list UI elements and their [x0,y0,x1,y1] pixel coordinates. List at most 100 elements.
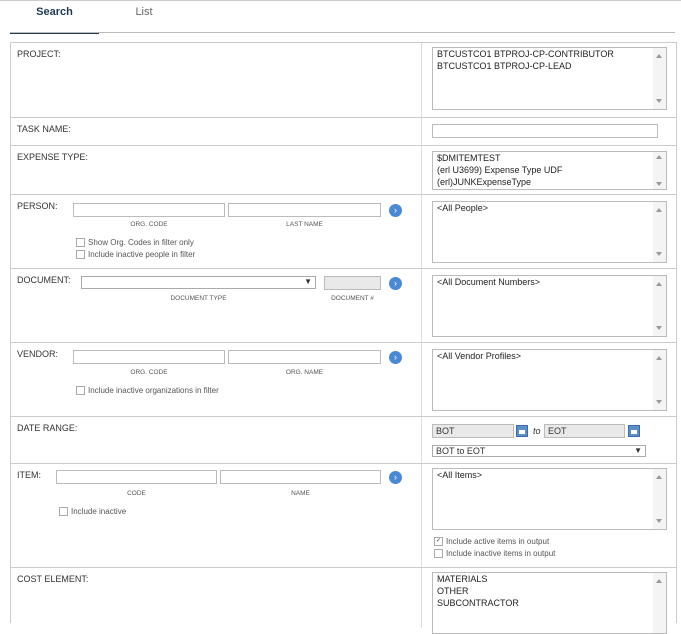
person-listbox[interactable]: <All People> [432,201,667,263]
scrollbar[interactable] [653,202,666,262]
item-code-input[interactable] [56,470,217,484]
cost-element-label: COST ELEMENT: [17,574,89,584]
tab-list[interactable]: List [99,1,189,32]
list-item[interactable]: (erl U3699) Expense Type UDF [433,164,666,176]
scrollbar[interactable] [653,573,666,633]
scroll-up-icon[interactable] [656,356,662,360]
list-item[interactable]: <All People> [433,202,666,214]
list-item[interactable]: <All Document Numbers> [433,276,666,288]
item-name-caption: NAME [291,490,310,497]
include-active-output-checkbox[interactable]: ✓ Include active items in output [434,537,549,547]
chevron-down-icon: ▼ [304,277,312,286]
checkbox-icon[interactable] [76,386,85,396]
list-item[interactable]: OTHER [433,585,666,597]
expense-label: EXPENSE TYPE: [17,152,88,162]
include-inactive-output-checkbox[interactable]: Include inactive items in output [434,549,555,559]
tab-underline [10,32,675,33]
scroll-down-icon[interactable] [656,182,662,186]
list-item[interactable]: SUBCONTRACTOR [433,597,666,609]
task-name-input[interactable] [432,124,658,138]
tab-search[interactable]: Search [10,1,99,34]
date-range-select[interactable]: BOT to EOT ▼ [432,445,646,457]
calendar-icon[interactable] [516,425,528,437]
project-listbox[interactable]: BTCUSTCO1 BTPROJ-CP-CONTRIBUTOR BTCUSTCO… [432,47,667,110]
show-org-codes-checkbox[interactable]: Show Org. Codes in filter only [76,238,194,248]
item-code-caption: CODE [127,490,146,497]
date-range-row: DATE RANGE: BOT to EOT BOT to EOT ▼ [11,417,676,464]
cost-element-listbox[interactable]: MATERIALS OTHER SUBCONTRACTOR [432,572,667,634]
date-from-input[interactable]: BOT [432,424,514,438]
scroll-down-icon[interactable] [656,252,662,256]
item-go-button[interactable]: › [389,471,402,484]
scroll-up-icon[interactable] [656,579,662,583]
vendor-label: VENDOR: [17,349,59,359]
scrollbar[interactable] [653,152,666,189]
calendar-icon[interactable] [628,425,640,437]
scroll-down-icon[interactable] [656,326,662,330]
scroll-down-icon[interactable] [656,519,662,523]
person-org-code-caption: ORG. CODE [130,221,168,228]
vendor-org-code-input[interactable] [73,350,225,364]
document-listbox[interactable]: <All Document Numbers> [432,275,667,337]
checkbox-icon[interactable] [76,250,85,260]
document-type-select[interactable]: ▼ [81,276,316,289]
scroll-up-icon[interactable] [656,54,662,58]
person-go-button[interactable]: › [389,204,402,217]
person-last-name-input[interactable] [228,203,381,217]
list-item[interactable]: BTCUSTCO1 BTPROJ-CP-CONTRIBUTOR [433,48,666,60]
scroll-up-icon[interactable] [656,475,662,479]
vendor-listbox[interactable]: <All Vendor Profiles> [432,349,667,411]
vendor-org-code-caption: ORG. CODE [130,369,168,376]
vendor-org-name-input[interactable] [228,350,381,364]
person-last-name-caption: LAST NAME [286,221,323,228]
expense-listbox[interactable]: $DMITEMTEST (erl U3699) Expense Type UDF… [432,151,667,190]
list-item[interactable]: BTCUSTCO1 BTPROJ-CP-LEAD [433,60,666,72]
document-label: DOCUMENT: [17,275,71,285]
document-number-input[interactable] [324,276,381,290]
person-label: PERSON: [17,201,58,211]
include-inactive-people-checkbox[interactable]: Include inactive people in filter [76,250,195,260]
vendor-org-name-caption: ORG. NAME [285,369,324,376]
scrollbar[interactable] [653,469,666,529]
task-row: TASK NAME: [11,118,676,146]
scroll-down-icon[interactable] [656,400,662,404]
scrollbar[interactable] [653,350,666,410]
date-to-label: to [533,426,541,436]
include-inactive-orgs-checkbox[interactable]: Include inactive organizations in filter [76,386,219,396]
person-org-code-input[interactable] [73,203,225,217]
cost-element-row: COST ELEMENT: MATERIALS OTHER SUBCONTRAC… [11,568,676,634]
task-label: TASK NAME: [17,124,71,134]
expense-row: EXPENSE TYPE: $DMITEMTEST (erl U3699) Ex… [11,146,676,195]
scrollbar[interactable] [653,276,666,336]
scroll-up-icon[interactable] [656,282,662,286]
document-type-caption: DOCUMENT TYPE [170,295,227,302]
document-go-button[interactable]: › [389,277,402,290]
search-form: PROJECT: BTCUSTCO1 BTPROJ-CP-CONTRIBUTOR… [10,42,677,634]
item-listbox[interactable]: <All Items> [432,468,667,530]
list-item[interactable]: (erl)JUNKExpenseType [433,176,666,188]
project-row: PROJECT: BTCUSTCO1 BTPROJ-CP-CONTRIBUTOR… [11,43,676,118]
list-item[interactable]: <All Vendor Profiles> [433,350,666,362]
vendor-row: VENDOR: › ORG. CODE ORG. NAME Include in… [11,343,676,417]
checkbox-icon[interactable] [59,507,68,517]
chevron-down-icon: ▼ [634,446,642,455]
date-to-input[interactable]: EOT [544,424,625,438]
item-label: ITEM: [17,470,41,480]
list-item[interactable]: MATERIALS [433,573,666,585]
project-label: PROJECT: [17,49,61,59]
item-row: ITEM: › CODE NAME Include inactive <All … [11,464,676,568]
include-inactive-items-checkbox[interactable]: Include inactive [59,507,126,517]
scroll-down-icon[interactable] [656,99,662,103]
item-name-input[interactable] [220,470,381,484]
scroll-up-icon[interactable] [656,208,662,212]
checkbox-icon[interactable] [76,238,85,248]
date-range-label: DATE RANGE: [17,423,78,433]
tab-bar: Search List [0,0,681,34]
list-item[interactable]: <All Items> [433,469,666,481]
list-item[interactable]: $DMITEMTEST [433,152,666,164]
checkmark-icon[interactable]: ✓ [434,537,443,547]
checkbox-icon[interactable] [434,549,443,559]
scroll-up-icon[interactable] [656,155,662,159]
vendor-go-button[interactable]: › [389,351,402,364]
scrollbar[interactable] [653,48,666,109]
